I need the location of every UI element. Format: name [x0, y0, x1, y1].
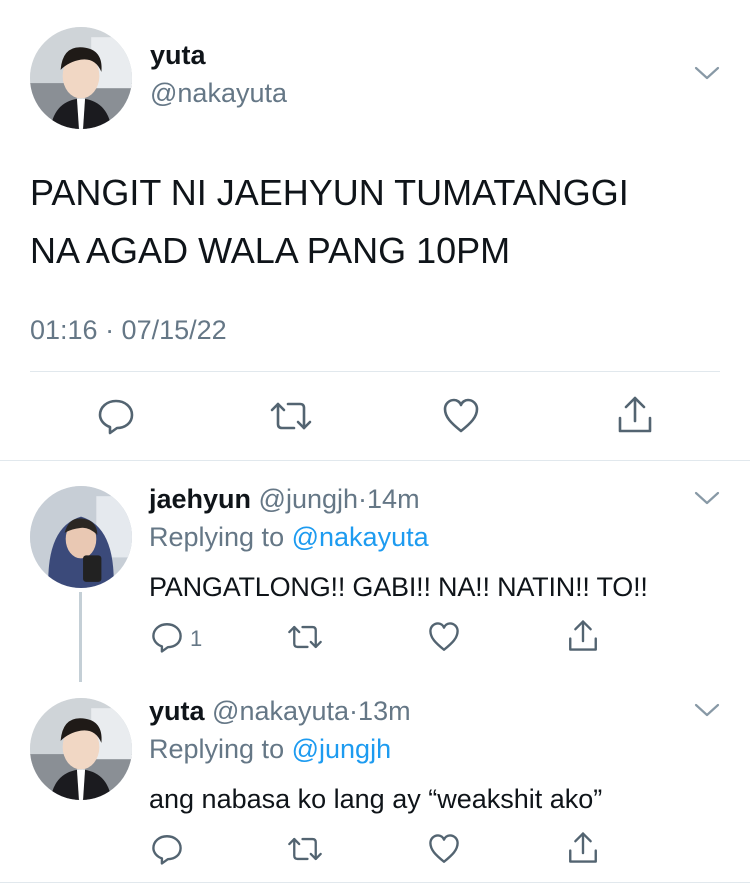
chevron-down-icon[interactable]	[694, 64, 720, 82]
replying-to: Replying to @nakayuta	[149, 522, 429, 553]
share-icon[interactable]	[566, 830, 600, 866]
author-avatar[interactable]	[30, 27, 132, 129]
avatar-photo	[30, 698, 132, 800]
author-display-name[interactable]: yuta	[150, 40, 206, 71]
thread-line	[79, 592, 82, 682]
retweet-icon[interactable]	[286, 620, 324, 654]
divider	[30, 371, 720, 372]
share-icon[interactable]	[615, 394, 655, 436]
reply-display-name[interactable]: jaehyun	[149, 484, 251, 514]
chevron-down-icon[interactable]	[694, 701, 720, 719]
like-icon[interactable]	[427, 832, 461, 866]
reply-display-name[interactable]: yuta	[149, 696, 205, 726]
replying-to: Replying to @jungjh	[149, 734, 391, 765]
author-handle[interactable]: @nakayuta	[150, 78, 287, 109]
reply-icon[interactable]	[150, 620, 184, 654]
divider	[0, 882, 750, 883]
reply-avatar[interactable]	[30, 698, 132, 800]
tweet-text-line: NA AGAD WALA PANG 10PM	[30, 230, 511, 271]
like-icon[interactable]	[427, 620, 461, 654]
reply-header: jaehyun @jungjh·14m	[149, 484, 420, 515]
reply-count: 1	[190, 626, 203, 651]
reply-text: ang nabasa ko lang ay “weakshit ako”	[149, 784, 603, 814]
retweet-icon[interactable]	[268, 396, 314, 436]
divider	[0, 460, 750, 461]
chevron-down-icon[interactable]	[694, 489, 720, 507]
tweet-timestamp[interactable]: 01:16 · 07/15/22	[30, 315, 227, 346]
share-icon[interactable]	[566, 618, 600, 654]
replying-to-label: Replying to	[149, 522, 285, 552]
tweet-text: PANGIT NI JAEHYUN TUMATANGGI NA AGAD WAL…	[30, 164, 629, 280]
reply-icon[interactable]	[96, 396, 136, 436]
avatar-photo	[30, 27, 132, 129]
reply-time[interactable]: 14m	[367, 484, 420, 514]
reply-handle[interactable]: @jungjh	[259, 484, 358, 514]
like-icon[interactable]	[441, 396, 481, 436]
replying-to-handle[interactable]: @jungjh	[292, 734, 391, 764]
reply-separator: ·	[349, 696, 359, 726]
retweet-icon[interactable]	[286, 832, 324, 866]
reply-handle[interactable]: @nakayuta	[212, 696, 349, 726]
reply-avatar[interactable]	[30, 486, 132, 588]
reply-header: yuta @nakayuta·13m	[149, 696, 411, 727]
reply-text: PANGATLONG!! GABI!! NA!! NATIN!! TO!!	[149, 572, 648, 602]
reply-time[interactable]: 13m	[358, 696, 411, 726]
reply-separator: ·	[358, 484, 368, 514]
avatar-photo	[30, 486, 132, 588]
tweet-text-line: PANGIT NI JAEHYUN TUMATANGGI	[30, 172, 629, 213]
replying-to-label: Replying to	[149, 734, 285, 764]
replying-to-handle[interactable]: @nakayuta	[292, 522, 429, 552]
reply-icon[interactable]	[150, 832, 184, 866]
